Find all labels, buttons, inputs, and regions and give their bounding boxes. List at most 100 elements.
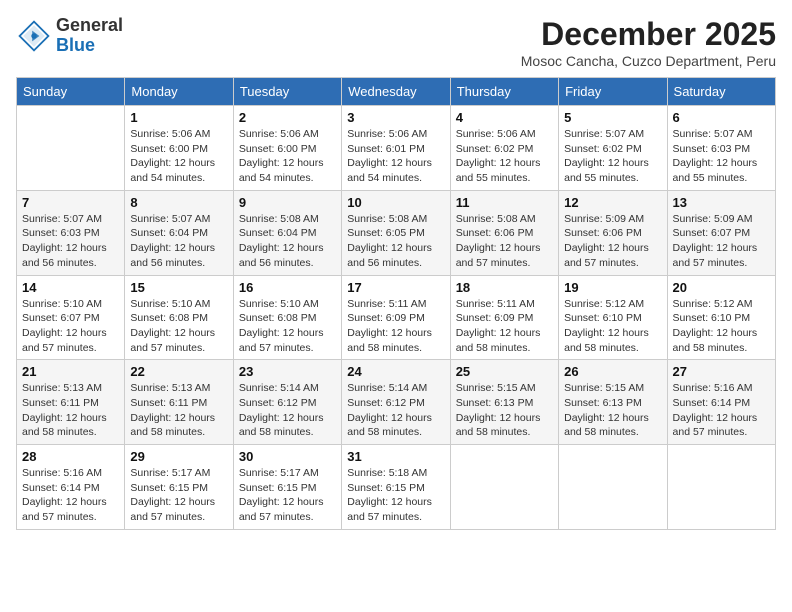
logo-icon: [16, 18, 52, 54]
day-info: Sunrise: 5:10 AM Sunset: 6:08 PM Dayligh…: [130, 297, 227, 356]
calendar-cell: 11 Sunrise: 5:08 AM Sunset: 6:06 PM Dayli…: [450, 190, 558, 275]
calendar-week-row: 28 Sunrise: 5:16 AM Sunset: 6:14 PM Dayli…: [17, 445, 776, 530]
calendar-cell: 9 Sunrise: 5:08 AM Sunset: 6:04 PM Daylig…: [233, 190, 341, 275]
calendar-cell: 15 Sunrise: 5:10 AM Sunset: 6:08 PM Dayli…: [125, 275, 233, 360]
day-number: 18: [456, 280, 553, 295]
calendar-cell: [667, 445, 775, 530]
calendar-week-row: 14 Sunrise: 5:10 AM Sunset: 6:07 PM Dayli…: [17, 275, 776, 360]
calendar-cell: [17, 106, 125, 191]
page-header: General Blue December 2025 Mosoc Cancha,…: [16, 16, 776, 69]
day-number: 6: [673, 110, 770, 125]
calendar-table: SundayMondayTuesdayWednesdayThursdayFrid…: [16, 77, 776, 530]
day-number: 25: [456, 364, 553, 379]
day-info: Sunrise: 5:07 AM Sunset: 6:03 PM Dayligh…: [673, 127, 770, 186]
day-number: 20: [673, 280, 770, 295]
day-info: Sunrise: 5:07 AM Sunset: 6:03 PM Dayligh…: [22, 212, 119, 271]
calendar-cell: 12 Sunrise: 5:09 AM Sunset: 6:06 PM Dayli…: [559, 190, 667, 275]
logo: General Blue: [16, 16, 123, 56]
day-number: 9: [239, 195, 336, 210]
calendar-header-row: SundayMondayTuesdayWednesdayThursdayFrid…: [17, 78, 776, 106]
calendar-cell: 6 Sunrise: 5:07 AM Sunset: 6:03 PM Daylig…: [667, 106, 775, 191]
day-info: Sunrise: 5:15 AM Sunset: 6:13 PM Dayligh…: [564, 381, 661, 440]
calendar-cell: 18 Sunrise: 5:11 AM Sunset: 6:09 PM Dayli…: [450, 275, 558, 360]
calendar-cell: 24 Sunrise: 5:14 AM Sunset: 6:12 PM Dayli…: [342, 360, 450, 445]
day-info: Sunrise: 5:17 AM Sunset: 6:15 PM Dayligh…: [130, 466, 227, 525]
day-info: Sunrise: 5:06 AM Sunset: 6:00 PM Dayligh…: [130, 127, 227, 186]
day-number: 19: [564, 280, 661, 295]
day-number: 24: [347, 364, 444, 379]
column-header-wednesday: Wednesday: [342, 78, 450, 106]
day-info: Sunrise: 5:13 AM Sunset: 6:11 PM Dayligh…: [22, 381, 119, 440]
column-header-tuesday: Tuesday: [233, 78, 341, 106]
calendar-cell: 7 Sunrise: 5:07 AM Sunset: 6:03 PM Daylig…: [17, 190, 125, 275]
day-number: 4: [456, 110, 553, 125]
day-info: Sunrise: 5:09 AM Sunset: 6:06 PM Dayligh…: [564, 212, 661, 271]
calendar-cell: 21Sunrise: 5:13 AM Sunset: 6:11 PM Dayli…: [17, 360, 125, 445]
column-header-thursday: Thursday: [450, 78, 558, 106]
calendar-cell: 2Sunrise: 5:06 AM Sunset: 6:00 PM Daylig…: [233, 106, 341, 191]
calendar-cell: 25Sunrise: 5:15 AM Sunset: 6:13 PM Dayli…: [450, 360, 558, 445]
day-info: Sunrise: 5:12 AM Sunset: 6:10 PM Dayligh…: [564, 297, 661, 356]
calendar-cell: 5Sunrise: 5:07 AM Sunset: 6:02 PM Daylig…: [559, 106, 667, 191]
day-number: 1: [130, 110, 227, 125]
column-header-saturday: Saturday: [667, 78, 775, 106]
calendar-cell: 26 Sunrise: 5:15 AM Sunset: 6:13 PM Dayli…: [559, 360, 667, 445]
day-info: Sunrise: 5:11 AM Sunset: 6:09 PM Dayligh…: [347, 297, 444, 356]
day-info: Sunrise: 5:12 AM Sunset: 6:10 PM Dayligh…: [673, 297, 770, 356]
day-number: 12: [564, 195, 661, 210]
day-info: Sunrise: 5:08 AM Sunset: 6:04 PM Dayligh…: [239, 212, 336, 271]
day-info: Sunrise: 5:17 AM Sunset: 6:15 PM Dayligh…: [239, 466, 336, 525]
day-number: 7: [22, 195, 119, 210]
day-info: Sunrise: 5:11 AM Sunset: 6:09 PM Dayligh…: [456, 297, 553, 356]
day-number: 17: [347, 280, 444, 295]
day-info: Sunrise: 5:08 AM Sunset: 6:06 PM Dayligh…: [456, 212, 553, 271]
calendar-cell: 4Sunrise: 5:06 AM Sunset: 6:02 PM Daylig…: [450, 106, 558, 191]
day-info: Sunrise: 5:06 AM Sunset: 6:01 PM Dayligh…: [347, 127, 444, 186]
column-header-friday: Friday: [559, 78, 667, 106]
day-number: 14: [22, 280, 119, 295]
day-info: Sunrise: 5:09 AM Sunset: 6:07 PM Dayligh…: [673, 212, 770, 271]
column-header-sunday: Sunday: [17, 78, 125, 106]
day-number: 26: [564, 364, 661, 379]
day-info: Sunrise: 5:14 AM Sunset: 6:12 PM Dayligh…: [239, 381, 336, 440]
day-number: 30: [239, 449, 336, 464]
day-number: 10: [347, 195, 444, 210]
day-number: 27: [673, 364, 770, 379]
day-number: 15: [130, 280, 227, 295]
calendar-cell: 28 Sunrise: 5:16 AM Sunset: 6:14 PM Dayli…: [17, 445, 125, 530]
calendar-week-row: 21Sunrise: 5:13 AM Sunset: 6:11 PM Dayli…: [17, 360, 776, 445]
day-number: 29: [130, 449, 227, 464]
calendar-cell: 3Sunrise: 5:06 AM Sunset: 6:01 PM Daylig…: [342, 106, 450, 191]
calendar-cell: 16 Sunrise: 5:10 AM Sunset: 6:08 PM Dayli…: [233, 275, 341, 360]
calendar-cell: 27 Sunrise: 5:16 AM Sunset: 6:14 PM Dayli…: [667, 360, 775, 445]
day-info: Sunrise: 5:18 AM Sunset: 6:15 PM Dayligh…: [347, 466, 444, 525]
calendar-week-row: 1 Sunrise: 5:06 AM Sunset: 6:00 PM Daylig…: [17, 106, 776, 191]
calendar-cell: 14 Sunrise: 5:10 AM Sunset: 6:07 PM Dayli…: [17, 275, 125, 360]
logo-text: General Blue: [56, 16, 123, 56]
calendar-cell: 30 Sunrise: 5:17 AM Sunset: 6:15 PM Dayli…: [233, 445, 341, 530]
day-info: Sunrise: 5:10 AM Sunset: 6:07 PM Dayligh…: [22, 297, 119, 356]
day-number: 8: [130, 195, 227, 210]
day-info: Sunrise: 5:06 AM Sunset: 6:00 PM Dayligh…: [239, 127, 336, 186]
day-info: Sunrise: 5:10 AM Sunset: 6:08 PM Dayligh…: [239, 297, 336, 356]
month-title: December 2025: [521, 16, 776, 53]
calendar-cell: 31 Sunrise: 5:18 AM Sunset: 6:15 PM Dayli…: [342, 445, 450, 530]
day-info: Sunrise: 5:08 AM Sunset: 6:05 PM Dayligh…: [347, 212, 444, 271]
day-info: Sunrise: 5:07 AM Sunset: 6:02 PM Dayligh…: [564, 127, 661, 186]
day-number: 11: [456, 195, 553, 210]
calendar-week-row: 7 Sunrise: 5:07 AM Sunset: 6:03 PM Daylig…: [17, 190, 776, 275]
calendar-cell: 10 Sunrise: 5:08 AM Sunset: 6:05 PM Dayli…: [342, 190, 450, 275]
day-info: Sunrise: 5:16 AM Sunset: 6:14 PM Dayligh…: [673, 381, 770, 440]
day-info: Sunrise: 5:07 AM Sunset: 6:04 PM Dayligh…: [130, 212, 227, 271]
calendar-cell: 29 Sunrise: 5:17 AM Sunset: 6:15 PM Dayli…: [125, 445, 233, 530]
location-subtitle: Mosoc Cancha, Cuzco Department, Peru: [521, 53, 776, 69]
day-info: Sunrise: 5:14 AM Sunset: 6:12 PM Dayligh…: [347, 381, 444, 440]
day-number: 23: [239, 364, 336, 379]
calendar-cell: 20 Sunrise: 5:12 AM Sunset: 6:10 PM Dayli…: [667, 275, 775, 360]
day-info: Sunrise: 5:13 AM Sunset: 6:11 PM Dayligh…: [130, 381, 227, 440]
day-number: 16: [239, 280, 336, 295]
day-info: Sunrise: 5:16 AM Sunset: 6:14 PM Dayligh…: [22, 466, 119, 525]
day-number: 31: [347, 449, 444, 464]
title-block: December 2025 Mosoc Cancha, Cuzco Depart…: [521, 16, 776, 69]
day-number: 28: [22, 449, 119, 464]
